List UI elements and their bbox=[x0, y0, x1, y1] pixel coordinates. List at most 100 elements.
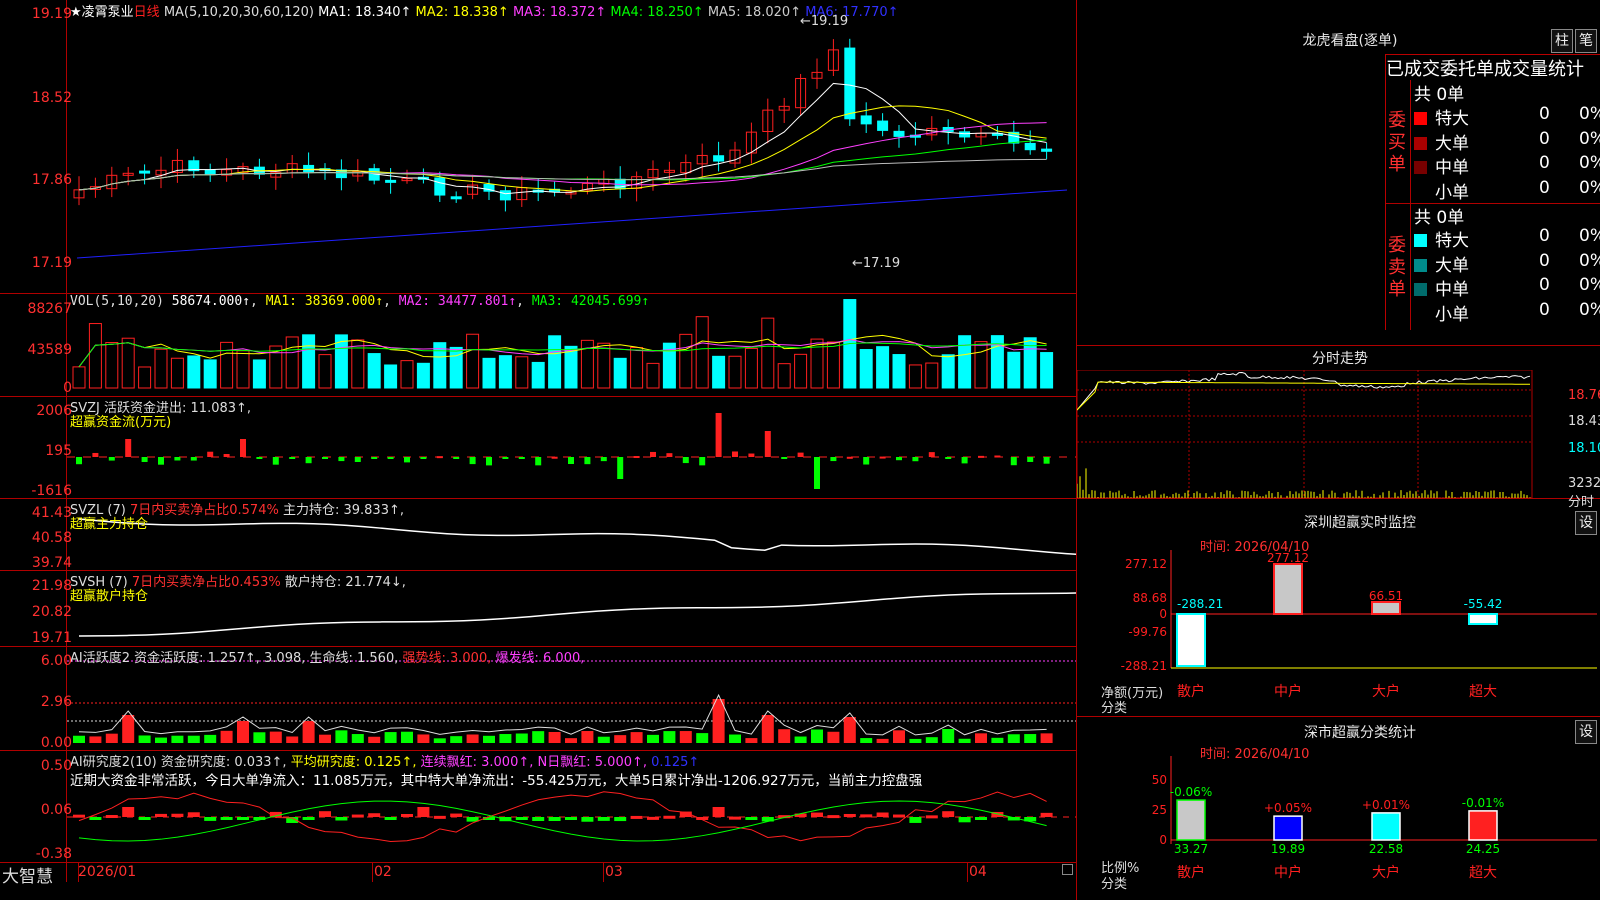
activity-bar bbox=[548, 731, 561, 743]
ma3-value: MA3: 18.372↑ bbox=[512, 5, 607, 20]
sell-row: 中单 0 0% bbox=[1414, 275, 1600, 300]
ma120-line bbox=[76, 189, 1068, 259]
candle-body bbox=[450, 196, 462, 200]
activity-bar bbox=[499, 734, 512, 743]
flow-bar bbox=[863, 457, 870, 465]
ai2-consecutive: 连续飘红: 3.000↑, bbox=[420, 755, 534, 770]
sell-count: 共 0单 bbox=[1414, 208, 1465, 228]
activity-bar bbox=[253, 732, 266, 743]
retail-category: 散户 bbox=[1177, 683, 1205, 700]
flow-bar bbox=[1010, 457, 1017, 466]
activity-bar bbox=[73, 735, 85, 743]
app-logo: 大智慧 bbox=[2, 867, 53, 887]
activity-bar bbox=[811, 729, 823, 743]
buy-row: 中单 0 0% bbox=[1414, 153, 1600, 178]
super-category: 超大 bbox=[1469, 865, 1497, 881]
stock-name[interactable]: ★凌霄泵业 bbox=[70, 5, 134, 20]
flow-bar bbox=[748, 453, 755, 457]
activity-bar bbox=[335, 730, 348, 743]
activity-bar bbox=[269, 731, 282, 743]
research-bar bbox=[811, 812, 823, 817]
volume-bar bbox=[712, 355, 726, 389]
research-bar bbox=[351, 814, 364, 818]
volume-bar bbox=[203, 359, 217, 389]
flow-bar bbox=[715, 413, 722, 457]
activity-bar bbox=[155, 737, 167, 743]
ratio-bar-chart[interactable]: 75 50 25 0 -0.06% 33.27 散户 +0.05% 19.89 中户 +0.01% 2… bbox=[1077, 756, 1600, 900]
intraday-chart[interactable] bbox=[1077, 370, 1567, 498]
stats-ytick: 50 bbox=[1152, 773, 1167, 787]
flow-bar bbox=[699, 457, 706, 466]
ai2-ytick-2: 0.06 bbox=[40, 802, 72, 818]
stats-axis-b: 分类 bbox=[1101, 877, 1128, 892]
vol-ytick-3: 0 bbox=[63, 380, 72, 396]
row-percent: 0% bbox=[1579, 128, 1600, 149]
activity-bar bbox=[122, 715, 135, 743]
flow-bar bbox=[387, 457, 394, 459]
lock-icon[interactable] bbox=[1062, 864, 1073, 875]
volume-bar bbox=[1040, 352, 1054, 389]
candle-body bbox=[139, 170, 151, 174]
research-bar bbox=[401, 813, 413, 817]
monitor-settings-button[interactable]: 设 bbox=[1575, 511, 1597, 535]
svzj-ytick-3: -1616 bbox=[31, 483, 72, 499]
research-bar bbox=[630, 815, 643, 819]
candlestick-chart[interactable] bbox=[67, 0, 1076, 293]
tick-mode-button[interactable]: 笔 bbox=[1575, 29, 1597, 53]
volume-bar bbox=[925, 362, 939, 389]
legend-swatch-icon bbox=[1414, 258, 1427, 272]
super-change-label: -0.01% bbox=[1462, 796, 1504, 810]
flow-bar bbox=[650, 451, 656, 457]
flow-bar bbox=[928, 452, 935, 457]
volume-bar bbox=[236, 350, 250, 389]
xaxis-tick bbox=[603, 862, 604, 882]
flow-bar bbox=[994, 455, 1001, 458]
volume-bar bbox=[121, 337, 135, 389]
row-name: 特大 bbox=[1435, 109, 1469, 129]
vol-ma3: MA3: 42045.699↑ bbox=[531, 294, 650, 309]
super-category: 超大 bbox=[1469, 684, 1497, 700]
flow-bar bbox=[797, 452, 804, 457]
activity-bar bbox=[401, 731, 413, 743]
ai2-extra: 0.125↑ bbox=[651, 755, 700, 770]
monitor-ytick: -288.21 bbox=[1121, 659, 1167, 673]
volume-bar bbox=[88, 323, 102, 389]
volume-bar bbox=[416, 362, 430, 389]
row-value: 0 bbox=[1539, 275, 1550, 295]
high-price-label: ←19.19 bbox=[800, 14, 849, 29]
ai1-burst-line: 爆发线: 6.000, bbox=[495, 651, 585, 666]
research-bar bbox=[893, 814, 905, 818]
activity-bar bbox=[597, 736, 610, 743]
volume-chart[interactable] bbox=[67, 294, 1076, 396]
legend-swatch-icon bbox=[1414, 185, 1427, 199]
volume-bar bbox=[285, 336, 299, 389]
ai2-title: AI研究度2(10) 资金研究度: 0.033↑, 平均研究度: 0.125↑,… bbox=[70, 751, 699, 770]
monitor-ytick: 0 bbox=[1159, 607, 1167, 621]
lhb-title: 龙虎看盘(逐单) bbox=[1302, 33, 1398, 49]
volume-bar bbox=[515, 356, 529, 389]
row-name: 中单 bbox=[1435, 280, 1469, 300]
ai1-ytick-2: 2.96 bbox=[40, 694, 72, 710]
activity-bar bbox=[679, 731, 692, 743]
research-bar bbox=[171, 813, 184, 817]
period-label[interactable]: 日线 bbox=[134, 5, 160, 20]
activity-bar bbox=[483, 735, 495, 743]
research-bar bbox=[237, 817, 249, 820]
volume-bar bbox=[72, 366, 86, 389]
stats-settings-button[interactable]: 设 bbox=[1575, 720, 1597, 744]
research-bar bbox=[909, 817, 922, 823]
research-bar bbox=[335, 817, 348, 821]
bar-mode-button[interactable]: 柱 bbox=[1551, 29, 1573, 53]
candle-body bbox=[1041, 148, 1053, 152]
candle-body bbox=[385, 179, 397, 183]
flow-bar bbox=[617, 457, 624, 479]
activity-bar bbox=[1024, 734, 1037, 743]
flow-bar bbox=[158, 457, 164, 465]
flow-bar bbox=[879, 456, 886, 459]
volume-bar bbox=[597, 342, 611, 389]
activity-bar bbox=[187, 735, 200, 743]
activity-bar bbox=[778, 729, 791, 743]
volume-bar bbox=[433, 342, 447, 389]
research-bar bbox=[958, 817, 971, 823]
flow-bar bbox=[371, 457, 378, 459]
